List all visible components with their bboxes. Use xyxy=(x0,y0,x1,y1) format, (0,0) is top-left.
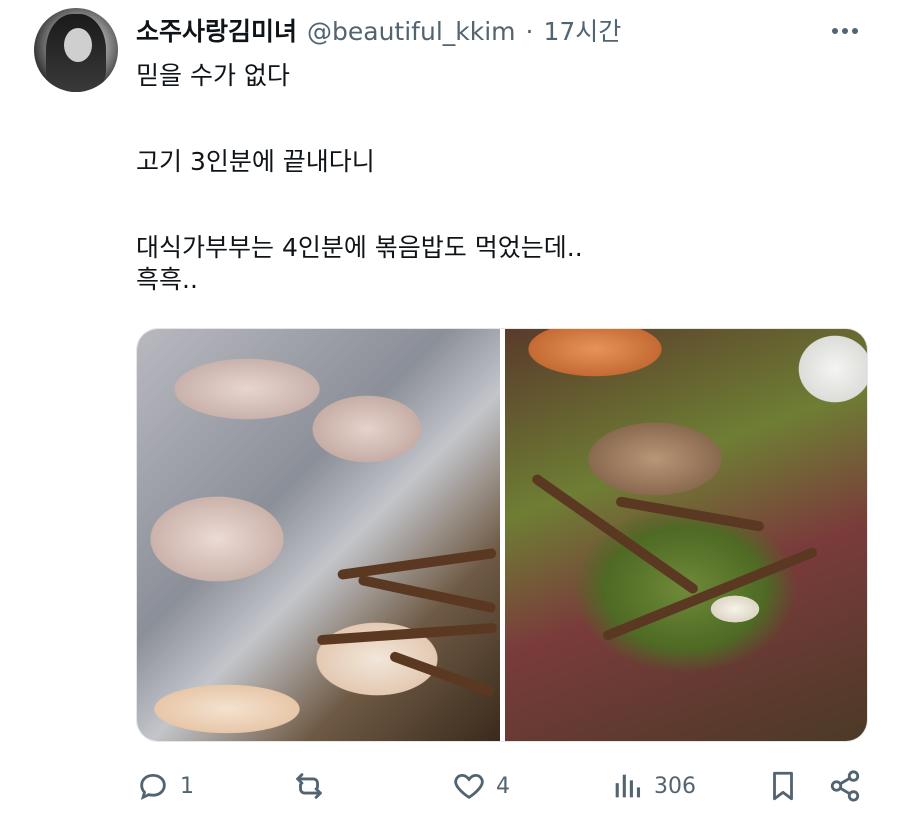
reply-button[interactable]: 1 xyxy=(136,766,194,806)
bookmark-button[interactable] xyxy=(766,766,800,806)
retweet-button[interactable] xyxy=(292,766,336,806)
views-count: 306 xyxy=(654,773,696,799)
timestamp[interactable]: 17시간 xyxy=(543,12,621,48)
avatar[interactable] xyxy=(34,8,118,92)
share-icon xyxy=(830,770,860,802)
action-bar: 1 4 306 xyxy=(136,766,866,806)
tweet-header: 소주사랑김미녀 @beautiful_kkim · 17시간 xyxy=(136,12,621,48)
user-handle[interactable]: @beautiful_kkim xyxy=(307,17,516,46)
tweet-text-line: 고기 3인분에 끝내다니 xyxy=(136,147,375,176)
like-count: 4 xyxy=(496,773,510,799)
more-horizontal-icon[interactable] xyxy=(832,28,858,34)
bookmark-icon xyxy=(773,771,793,801)
reply-icon xyxy=(140,773,166,800)
tweet-text-line: 흑흑.. xyxy=(136,265,198,294)
like-button[interactable]: 4 xyxy=(452,766,510,806)
display-name[interactable]: 소주사랑김미녀 xyxy=(136,12,297,48)
share-button[interactable] xyxy=(828,766,862,806)
retweet-icon xyxy=(296,773,322,799)
views-icon xyxy=(615,774,641,798)
tweet-text-line: 믿을 수가 없다 xyxy=(136,61,290,90)
photo-grilled-pork[interactable] xyxy=(137,329,500,741)
separator-dot: · xyxy=(525,17,534,46)
views-button[interactable]: 306 xyxy=(610,766,696,806)
tweet-text-line: 대식가부부는 4인분에 볶음밥도 먹었는데.. xyxy=(136,233,583,262)
media-grid xyxy=(136,328,868,742)
tweet-text: 믿을 수가 없다 고기 3인분에 끝내다니 대식가부부는 4인분에 볶음밥도 먹… xyxy=(136,60,856,296)
avatar-face xyxy=(64,28,92,62)
heart-icon xyxy=(454,773,484,800)
reply-count: 1 xyxy=(180,773,194,799)
photo-lettuce-wrap[interactable] xyxy=(504,329,867,741)
